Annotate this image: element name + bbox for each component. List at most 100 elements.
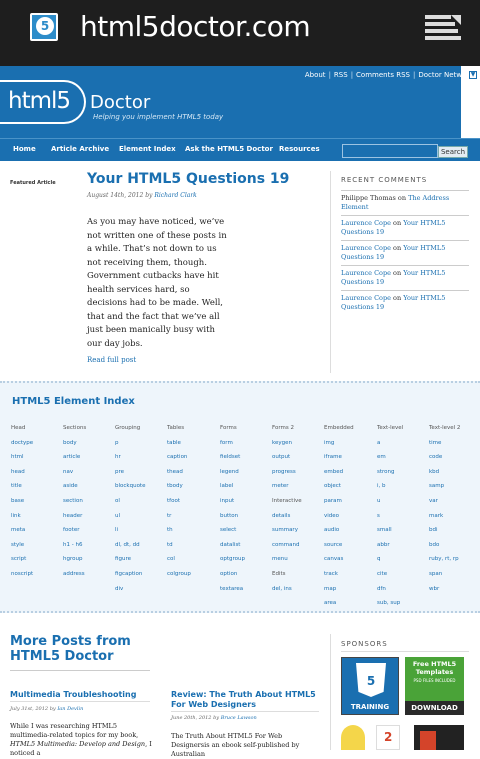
nav-element-index[interactable]: Element Index xyxy=(119,145,176,153)
duck-ad-icon[interactable] xyxy=(341,725,365,750)
element-link[interactable]: form xyxy=(220,440,245,455)
element-link[interactable]: legend xyxy=(220,469,245,484)
post-author-link[interactable]: Richard Clark xyxy=(154,192,196,199)
element-link[interactable]: td xyxy=(167,542,191,557)
element-link[interactable]: th xyxy=(167,527,191,542)
element-link[interactable]: cite xyxy=(377,571,403,586)
element-link[interactable]: kbd xyxy=(429,469,460,484)
element-link[interactable]: style xyxy=(11,542,33,557)
element-link[interactable]: ul xyxy=(115,513,145,528)
comment-author[interactable]: Laurence Cope xyxy=(341,219,391,227)
element-link[interactable]: u xyxy=(377,498,403,513)
element-link[interactable]: table xyxy=(167,440,191,455)
element-link[interactable]: button xyxy=(220,513,245,528)
free-templates-ad[interactable]: Free HTML5 Templates PSD FILES INCLUDED … xyxy=(405,657,464,715)
element-link[interactable]: figure xyxy=(115,556,145,571)
element-link[interactable]: figcaption xyxy=(115,571,145,586)
element-link[interactable]: tfoot xyxy=(167,498,191,513)
element-link[interactable]: title xyxy=(11,483,33,498)
element-link[interactable]: base xyxy=(11,498,33,513)
site-domain[interactable]: html5doctor.com xyxy=(80,10,311,43)
post-title-multimedia[interactable]: Multimedia Troubleshooting xyxy=(10,690,150,700)
element-link[interactable]: command xyxy=(272,542,302,557)
comment-author[interactable]: Laurence Cope xyxy=(341,244,391,252)
element-link[interactable]: strong xyxy=(377,469,403,484)
element-link[interactable]: meter xyxy=(272,483,302,498)
element-link[interactable]: nav xyxy=(63,469,86,484)
element-link[interactable]: link xyxy=(11,513,33,528)
post-author-link[interactable]: Bruce Lawson xyxy=(221,715,257,721)
element-link[interactable]: doctype xyxy=(11,440,33,455)
element-link[interactable]: fieldset xyxy=(220,454,245,469)
brand-doctor[interactable]: Doctor xyxy=(90,92,150,113)
featured-post-title[interactable]: Your HTML5 Questions 19 xyxy=(87,171,289,187)
element-link[interactable]: footer xyxy=(63,527,86,542)
element-link[interactable]: iframe xyxy=(324,454,354,469)
element-link[interactable]: i, b xyxy=(377,483,403,498)
element-link[interactable]: samp xyxy=(429,483,460,498)
element-link[interactable]: option xyxy=(220,571,245,586)
element-link[interactable]: optgroup xyxy=(220,556,245,571)
element-link[interactable]: html xyxy=(11,454,33,469)
element-link[interactable]: meta xyxy=(11,527,33,542)
element-link[interactable]: s xyxy=(377,513,403,528)
post-title-review[interactable]: Review: The Truth About HTML5 For Web De… xyxy=(171,690,319,709)
expand-arrow-icon[interactable]: ▼ xyxy=(469,71,477,79)
element-link[interactable]: p xyxy=(115,440,145,455)
element-link[interactable]: small xyxy=(377,527,403,542)
element-link[interactable]: body xyxy=(63,440,86,455)
comment-author[interactable]: Laurence Cope xyxy=(341,294,391,302)
element-link[interactable]: output xyxy=(272,454,302,469)
element-link[interactable]: textarea xyxy=(220,586,245,601)
element-link[interactable]: ol xyxy=(115,498,145,513)
element-link[interactable]: address xyxy=(63,571,86,586)
element-link[interactable]: summary xyxy=(272,527,302,542)
element-link[interactable]: em xyxy=(377,454,403,469)
nav-resources[interactable]: Resources xyxy=(279,145,320,153)
element-link[interactable]: object xyxy=(324,483,354,498)
element-link[interactable]: caption xyxy=(167,454,191,469)
html5-training-ad[interactable]: HTML 5 TRAINING xyxy=(341,657,399,715)
header-link-doctor-network[interactable]: Doctor Netw xyxy=(418,71,462,79)
element-link[interactable]: head xyxy=(11,469,33,484)
element-link[interactable]: audio xyxy=(324,527,354,542)
element-link[interactable]: wbr xyxy=(429,586,460,601)
header-link-comments-rss[interactable]: Comments RSS xyxy=(356,71,410,79)
nav-article-archive[interactable]: Article Archive xyxy=(51,145,109,153)
element-link[interactable]: bdi xyxy=(429,527,460,542)
element-link[interactable]: select xyxy=(220,527,245,542)
element-link[interactable]: code xyxy=(429,454,460,469)
element-link[interactable]: q xyxy=(377,556,403,571)
element-link[interactable]: video xyxy=(324,513,354,528)
element-link[interactable]: section xyxy=(63,498,86,513)
book-ad[interactable] xyxy=(414,725,464,750)
element-link[interactable]: hgroup xyxy=(63,556,86,571)
header-link-rss[interactable]: RSS xyxy=(334,71,348,79)
element-link[interactable]: source xyxy=(324,542,354,557)
element-link[interactable]: area xyxy=(324,600,354,615)
element-link[interactable]: map xyxy=(324,586,354,601)
element-link[interactable]: sub, sup xyxy=(377,600,403,615)
element-link[interactable]: datalist xyxy=(220,542,245,557)
menu-icon[interactable] xyxy=(425,13,463,43)
element-link[interactable]: canvas xyxy=(324,556,354,571)
element-link[interactable]: header xyxy=(63,513,86,528)
element-link[interactable]: track xyxy=(324,571,354,586)
nav-ask-doctor[interactable]: Ask the HTML5 Doctor xyxy=(185,145,273,153)
element-link[interactable]: progress xyxy=(272,469,302,484)
element-link[interactable]: embed xyxy=(324,469,354,484)
element-link[interactable]: mark xyxy=(429,513,460,528)
element-link[interactable]: article xyxy=(63,454,86,469)
search-button[interactable]: Search xyxy=(438,146,468,158)
element-link[interactable]: h1 - h6 xyxy=(63,542,86,557)
element-link[interactable]: colgroup xyxy=(167,571,191,586)
element-link[interactable]: dl, dt, dd xyxy=(115,542,145,557)
nav-home[interactable]: Home xyxy=(13,145,36,153)
element-link[interactable]: img xyxy=(324,440,354,455)
element-link[interactable]: ruby, rt, rp xyxy=(429,556,460,571)
element-link[interactable]: menu xyxy=(272,556,302,571)
sponsor-badge-ad[interactable]: 2 xyxy=(376,725,400,750)
element-link[interactable]: pre xyxy=(115,469,145,484)
comment-author[interactable]: Laurence Cope xyxy=(341,269,391,277)
header-link-about[interactable]: About xyxy=(305,71,326,79)
